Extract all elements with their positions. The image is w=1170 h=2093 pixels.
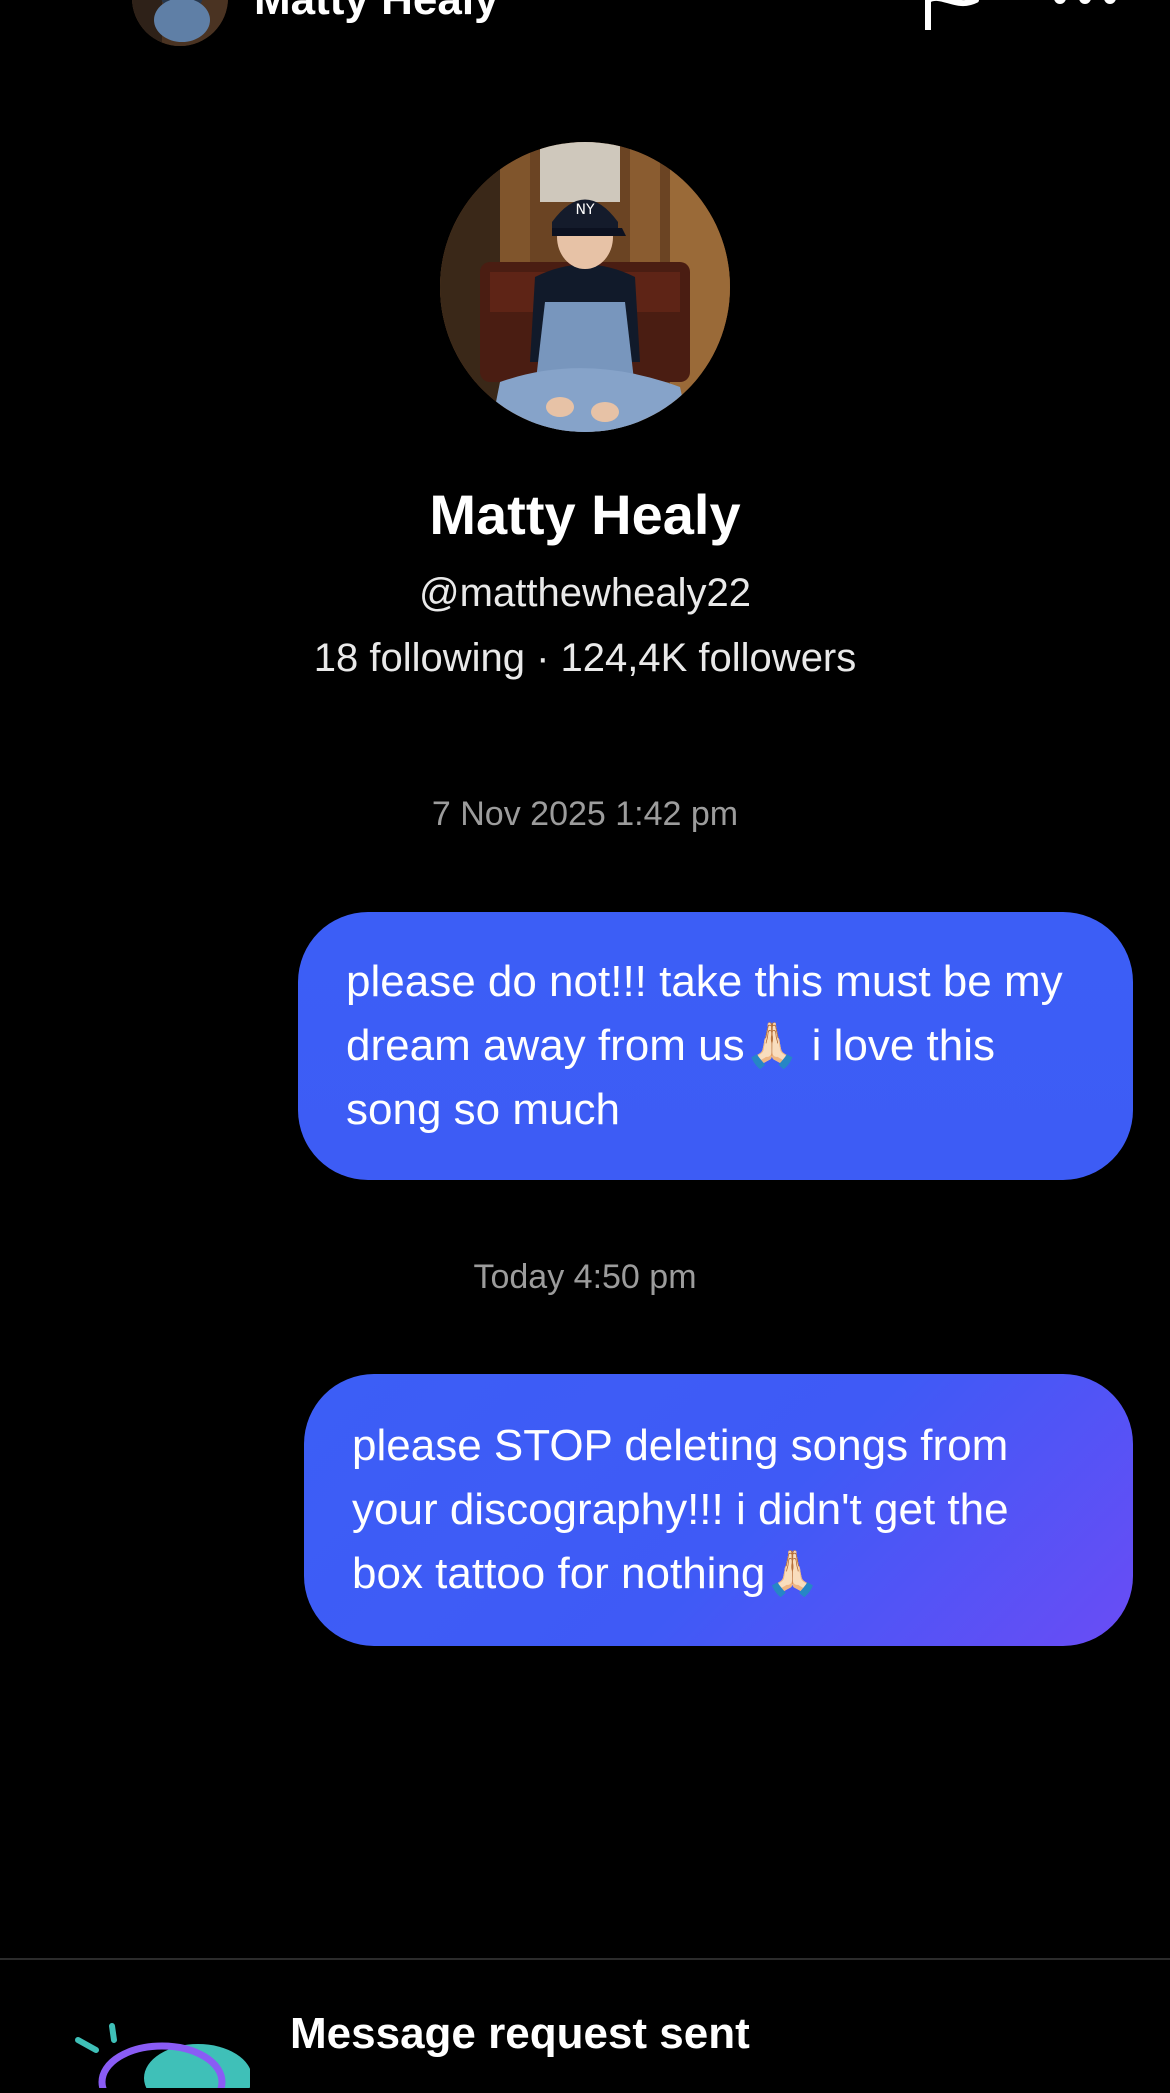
profile-name: Matty Healy [429, 483, 741, 546]
message-timestamp: Today 4:50 pm [473, 1258, 697, 1296]
sent-message-bubble[interactable]: please do not!!! take this must be my dr… [298, 912, 1133, 1180]
avatar-image [132, 0, 228, 46]
profile-handle: @matthewhealy22 [419, 571, 751, 615]
flag-icon [925, 0, 979, 33]
chat-header: Matty Healy [0, 0, 1170, 60]
svg-text:NY: NY [575, 202, 594, 218]
message-request-illustration-icon [70, 2018, 252, 2093]
sent-message-bubble[interactable]: please STOP deleting songs from your dis… [304, 1374, 1133, 1646]
profile-stats: 18 following · 124,4K followers [313, 636, 857, 680]
divider [0, 1958, 1170, 1960]
back-button[interactable] [40, 0, 100, 30]
header-avatar[interactable] [132, 0, 228, 46]
more-horizontal-icon [1054, 0, 1116, 4]
message-timestamp: 7 Nov 2025 1:42 pm [431, 795, 739, 833]
profile-photo[interactable]: NY [440, 142, 730, 432]
header-username[interactable]: Matty Healy [254, 0, 499, 22]
more-options-button[interactable] [1050, 0, 1120, 20]
message-text: please do not!!! take this must be my dr… [346, 957, 1063, 1134]
report-button[interactable] [920, 0, 984, 33]
profile-photo-image: NY [440, 142, 730, 432]
request-sent-title: Message request sent [290, 2009, 750, 2058]
chevron-left-icon [50, 0, 90, 30]
message-text: please STOP deleting songs from your dis… [352, 1421, 1009, 1598]
